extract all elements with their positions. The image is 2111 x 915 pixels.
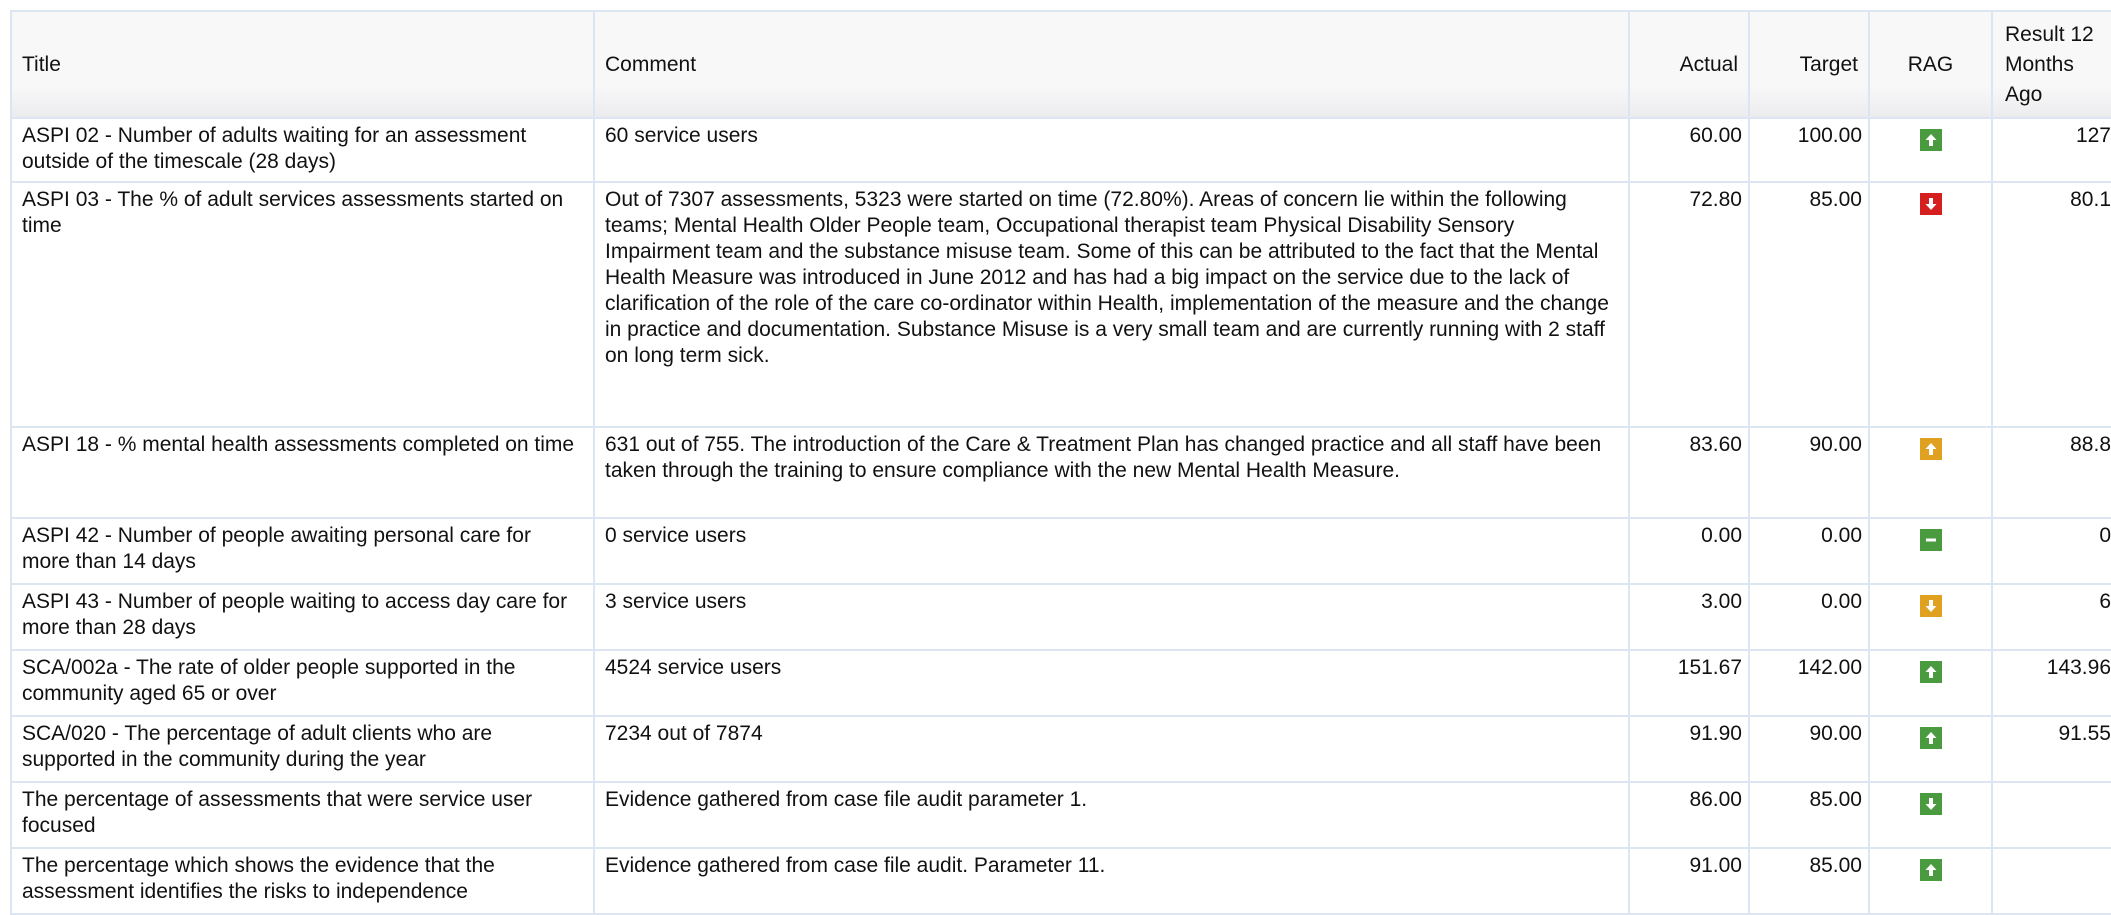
result-12-months-ago-cell: 143.96: [1991, 649, 2111, 717]
rag-status-cell: [1868, 781, 1993, 849]
table-row[interactable]: ASPI 42 - Number of people awaiting pers…: [10, 517, 2111, 585]
result-12-months-ago-cell: [1991, 847, 2111, 915]
result-12-months-ago-cell: [1991, 781, 2111, 849]
actual-value-cell: 91.90: [1628, 715, 1750, 783]
actual-value-cell: 91.00: [1628, 847, 1750, 915]
performance-table: Title Comment Actual Target RAG Result 1…: [10, 10, 2111, 915]
table-row[interactable]: SCA/020 - The percentage of adult client…: [10, 715, 2111, 783]
rag-status-cell: [1868, 715, 1993, 783]
result-12-months-ago-cell: 127: [1991, 117, 2111, 183]
actual-value-cell: 86.00: [1628, 781, 1750, 849]
target-value-cell: 85.00: [1748, 181, 1870, 428]
rag-status-cell: [1868, 426, 1993, 519]
indicator-title-cell: ASPI 03 - The % of adult services assess…: [10, 181, 595, 428]
comment-cell: Out of 7307 assessments, 5323 were start…: [593, 181, 1630, 428]
table-row[interactable]: ASPI 18 - % mental health assessments co…: [10, 426, 2111, 519]
table-row[interactable]: ASPI 03 - The % of adult services assess…: [10, 181, 2111, 428]
result-12-months-ago-cell: 0: [1991, 517, 2111, 585]
green-up-icon: [1919, 727, 1942, 749]
actual-value-cell: 0.00: [1628, 517, 1750, 585]
table-row[interactable]: ASPI 43 - Number of people waiting to ac…: [10, 583, 2111, 651]
comment-cell: 631 out of 755. The introduction of the …: [593, 426, 1630, 519]
comment-cell: Evidence gathered from case file audit. …: [593, 847, 1630, 915]
target-value-cell: 85.00: [1748, 847, 1870, 915]
target-value-cell: 90.00: [1748, 426, 1870, 519]
column-header-comment[interactable]: Comment: [593, 10, 1630, 119]
result-12-months-ago-cell: 88.8: [1991, 426, 2111, 519]
table-header: Title Comment Actual Target RAG Result 1…: [10, 10, 2111, 119]
actual-value-cell: 151.67: [1628, 649, 1750, 717]
target-value-cell: 142.00: [1748, 649, 1870, 717]
actual-value-cell: 3.00: [1628, 583, 1750, 651]
indicator-title-cell: SCA/020 - The percentage of adult client…: [10, 715, 595, 783]
table-body: ASPI 02 - Number of adults waiting for a…: [10, 117, 2111, 915]
comment-cell: 3 service users: [593, 583, 1630, 651]
result-12-months-ago-cell: 80.1: [1991, 181, 2111, 428]
rag-status-cell: [1868, 847, 1993, 915]
target-value-cell: 90.00: [1748, 715, 1870, 783]
actual-value-cell: 60.00: [1628, 117, 1750, 183]
indicator-title-cell: ASPI 02 - Number of adults waiting for a…: [10, 117, 595, 183]
green-down-icon: [1919, 793, 1942, 815]
column-header-title[interactable]: Title: [10, 10, 595, 119]
result-12-months-ago-cell: 91.55: [1991, 715, 2111, 783]
green-level-icon: [1919, 529, 1942, 551]
column-header-rag[interactable]: RAG: [1868, 10, 1993, 119]
indicator-title-cell: The percentage of assessments that were …: [10, 781, 595, 849]
rag-status-cell: [1868, 117, 1993, 183]
actual-value-cell: 72.80: [1628, 181, 1750, 428]
rag-status-cell: [1868, 583, 1993, 651]
green-up-icon: [1919, 129, 1942, 151]
table-row[interactable]: ASPI 02 - Number of adults waiting for a…: [10, 117, 2111, 183]
table-row[interactable]: SCA/002a - The rate of older people supp…: [10, 649, 2111, 717]
indicator-title-cell: ASPI 43 - Number of people waiting to ac…: [10, 583, 595, 651]
table-row[interactable]: The percentage of assessments that were …: [10, 781, 2111, 849]
comment-cell: 7234 out of 7874: [593, 715, 1630, 783]
red-down-icon: [1919, 193, 1942, 215]
indicator-title-cell: SCA/002a - The rate of older people supp…: [10, 649, 595, 717]
table-row[interactable]: The percentage which shows the evidence …: [10, 847, 2111, 915]
amber-down-icon: [1919, 595, 1942, 617]
comment-cell: 0 service users: [593, 517, 1630, 585]
target-value-cell: 85.00: [1748, 781, 1870, 849]
actual-value-cell: 83.60: [1628, 426, 1750, 519]
column-header-result-12-months-ago[interactable]: Result 12 Months Ago: [1991, 10, 2111, 119]
indicator-title-cell: ASPI 42 - Number of people awaiting pers…: [10, 517, 595, 585]
column-header-target[interactable]: Target: [1748, 10, 1870, 119]
comment-cell: 4524 service users: [593, 649, 1630, 717]
result-12-months-ago-cell: 6: [1991, 583, 2111, 651]
column-header-actual[interactable]: Actual: [1628, 10, 1750, 119]
green-up-icon: [1919, 661, 1942, 683]
indicator-title-cell: The percentage which shows the evidence …: [10, 847, 595, 915]
green-up-icon: [1919, 859, 1942, 881]
performance-table-container: Title Comment Actual Target RAG Result 1…: [10, 10, 2111, 915]
target-value-cell: 100.00: [1748, 117, 1870, 183]
rag-status-cell: [1868, 517, 1993, 585]
comment-cell: 60 service users: [593, 117, 1630, 183]
comment-cell: Evidence gathered from case file audit p…: [593, 781, 1630, 849]
target-value-cell: 0.00: [1748, 583, 1870, 651]
amber-up-icon: [1919, 438, 1942, 460]
header-row: Title Comment Actual Target RAG Result 1…: [10, 10, 2111, 119]
rag-status-cell: [1868, 181, 1993, 428]
rag-status-cell: [1868, 649, 1993, 717]
indicator-title-cell: ASPI 18 - % mental health assessments co…: [10, 426, 595, 519]
target-value-cell: 0.00: [1748, 517, 1870, 585]
